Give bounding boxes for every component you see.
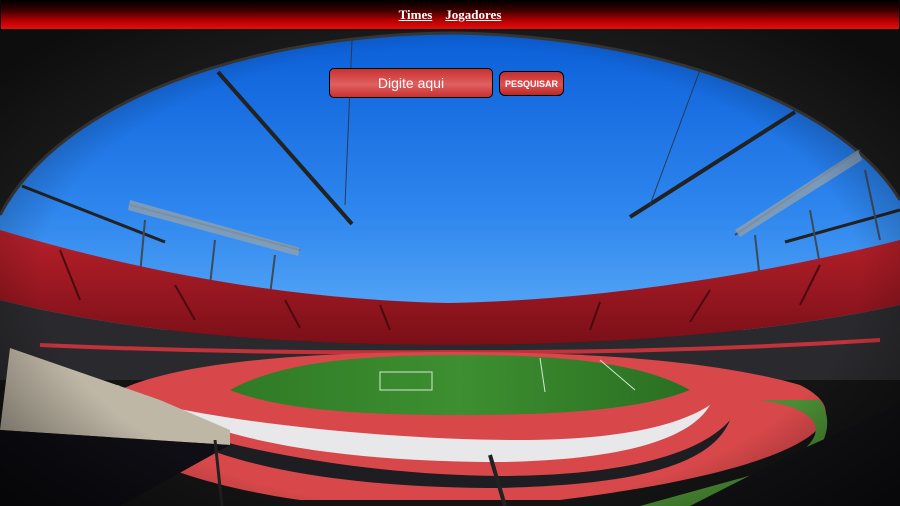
- search-button[interactable]: PESQUISAR: [499, 71, 564, 96]
- search-form: PESQUISAR: [329, 68, 564, 98]
- top-nav-bar: Times Jogadores: [1, 0, 899, 29]
- nav-link-jogadores[interactable]: Jogadores: [445, 7, 501, 23]
- nav-link-times[interactable]: Times: [399, 7, 433, 23]
- search-input[interactable]: [329, 68, 493, 98]
